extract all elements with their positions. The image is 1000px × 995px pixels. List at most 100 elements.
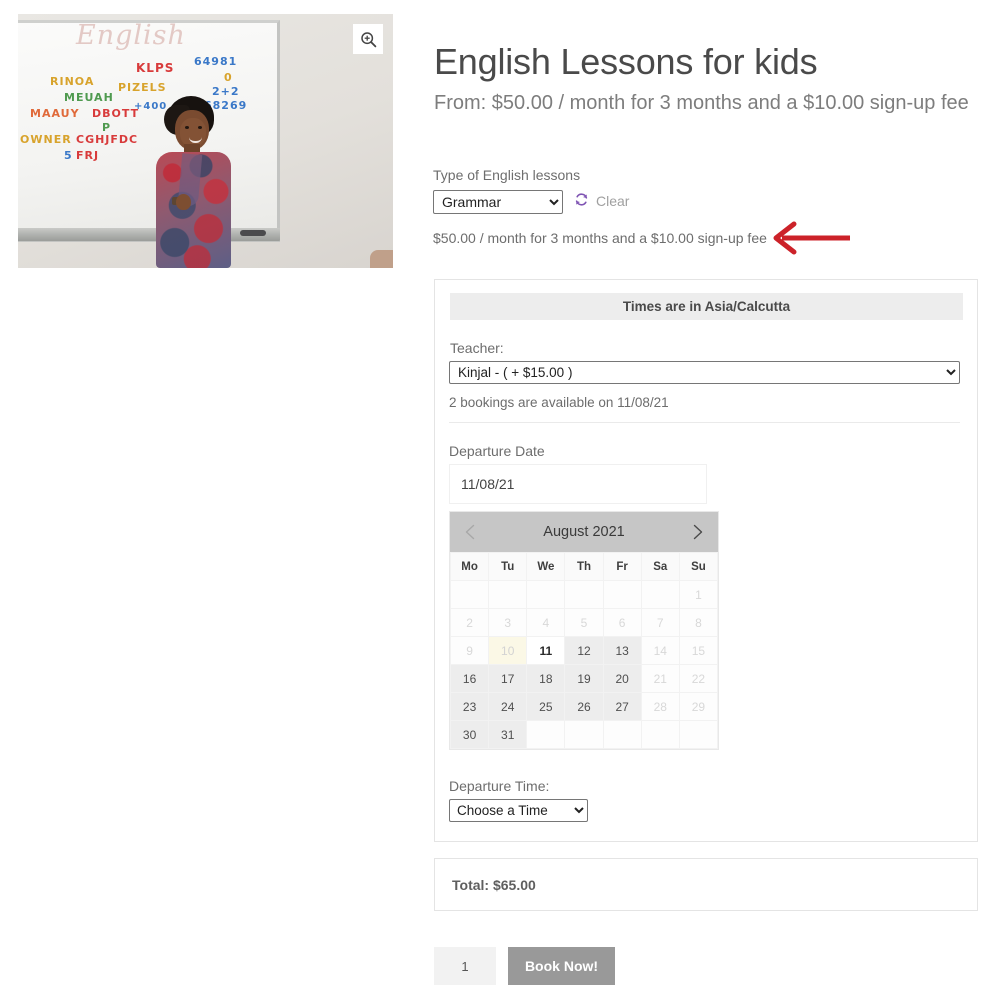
booking-form-panel: Times are in Asia/Calcutta Teacher: Kinj… [434,279,978,842]
calendar-day-10: 10 [488,636,528,665]
teacher-select[interactable]: Kinjal - ( + $15.00 ) [449,361,960,384]
calendar-day-17[interactable]: 17 [488,664,528,693]
datepicker-header: August 2021 [450,512,718,552]
calendar-day-empty [602,720,642,749]
marker-on-tray [240,230,266,236]
calendar-day-15: 15 [678,636,719,665]
calendar-day-3: 3 [488,608,528,637]
whiteboard-word: MEUAH [64,91,114,104]
product-gallery[interactable]: English KLPS RINOA PIZELS MEUAH +400 MAAUY DBO… [18,14,393,268]
variation-price: $50.00 / month for 3 months and a $10.00… [433,230,767,246]
calendar-day-empty [640,580,680,609]
datepicker[interactable]: August 2021 Mo Tu We Th Fr Sa Su 1 2 3 4 5 6 7 8 9 10 11… [449,511,719,750]
departure-time-select[interactable]: Choose a Time [449,799,588,822]
timezone-notice: Times are in Asia/Calcutta [450,293,963,320]
calendar-day-6: 6 [602,608,642,637]
calendar-day-5: 5 [564,608,604,637]
departure-date-input[interactable] [449,464,707,504]
calendar-day-empty [564,720,604,749]
calendar-day-20[interactable]: 20 [602,664,642,693]
whiteboard-word: OWNER [20,133,72,146]
calendar-weekday-row: Mo Tu We Th Fr Sa Su [449,552,719,581]
clear-variation-link[interactable]: Clear [574,192,629,210]
refresh-icon [574,192,589,210]
chevron-right-icon[interactable] [688,523,706,541]
calendar-day-8: 8 [678,608,719,637]
whiteboard-word: 64981 [194,55,238,68]
type-of-english-lessons-select[interactable]: Grammar [433,190,563,214]
calendar-day-empty [449,580,490,609]
eye-left [185,126,189,129]
hand [176,194,191,210]
whiteboard-word: 0 [224,71,233,84]
whiteboard-word: DBOTT [92,107,140,120]
chevron-left-icon[interactable] [462,523,480,541]
eye-right [198,126,202,129]
calendar-day-16[interactable]: 16 [449,664,490,693]
calendar-day-11[interactable]: 11 [526,636,566,665]
departure-time-label: Departure Time: [449,778,550,794]
whiteboard [18,20,280,242]
calendar-body[interactable]: 1 2 3 4 5 6 7 8 9 10 11 12 13 14 15 16 17 18 19 20 21 22 23 24 2… [449,580,719,749]
calendar-day-26[interactable]: 26 [564,692,604,721]
calendar-day-31[interactable]: 31 [488,720,528,749]
product-page: English KLPS RINOA PIZELS MEUAH +400 MAAUY DBO… [0,0,1000,995]
calendar-week-row: 9 10 11 12 13 14 15 [449,636,719,665]
calendar-day-empty [640,720,680,749]
calendar-day-2: 2 [449,608,490,637]
calendar-day-13[interactable]: 13 [602,636,642,665]
whiteboard-word: RINOA [50,75,95,88]
calendar-day-27[interactable]: 27 [602,692,642,721]
calendar-day-7: 7 [640,608,680,637]
calendar-day-empty [602,580,642,609]
calendar-day-22: 22 [678,664,719,693]
whiteboard-word: CGHJFDC [76,133,139,146]
teacher-label: Teacher: [450,340,504,356]
calendar-grid[interactable]: Mo Tu We Th Fr Sa Su 1 2 3 4 5 6 7 8 9 10 11 12 13 14 15 16 17… [449,552,719,749]
quantity-input[interactable] [434,947,496,985]
calendar-day-empty [564,580,604,609]
whiteboard-word: 5 [64,149,73,162]
variation-label: Type of English lessons [433,167,581,183]
calendar-week-row: 23 24 25 26 27 28 29 [449,692,719,721]
magnify-plus-icon[interactable] [353,24,383,54]
calendar-day-1: 1 [678,580,719,609]
calendar-day-24[interactable]: 24 [488,692,528,721]
panel-divider [449,422,960,423]
calendar-weekday: Sa [640,552,680,581]
from-price: From: $50.00 / month for 3 months and a … [434,92,969,114]
page-title: English Lessons for kids [434,41,818,83]
calendar-weekday: Su [678,552,719,581]
whiteboard-word: KLPS [136,61,175,75]
calendar-day-9: 9 [449,636,490,665]
calendar-day-empty [526,720,566,749]
calendar-day-empty [678,720,719,749]
calendar-day-23[interactable]: 23 [449,692,490,721]
whiteboard-word: PIZELS [118,81,167,94]
calendar-day-25[interactable]: 25 [526,692,566,721]
calendar-weekday: Fr [602,552,642,581]
calendar-day-21: 21 [640,664,680,693]
book-now-button[interactable]: Book Now! [508,947,615,985]
calendar-month-title: August 2021 [543,524,625,540]
calendar-day-30[interactable]: 30 [449,720,490,749]
departure-date-label: Departure Date [449,443,545,459]
total-box: Total: $65.00 [434,858,978,911]
calendar-weekday: Mo [449,552,490,581]
whiteboard-word: FRJ [76,149,100,162]
calendar-day-empty [488,580,528,609]
availability-text: 2 bookings are available on 11/08/21 [449,395,669,410]
calendar-day-12[interactable]: 12 [564,636,604,665]
calendar-day-empty [526,580,566,609]
calendar-day-28: 28 [640,692,680,721]
calendar-day-18[interactable]: 18 [526,664,566,693]
calendar-weekday: Tu [488,552,528,581]
teacher-figure [156,96,231,268]
whiteboard-word: MAAUY [30,107,80,120]
calendar-week-row: 30 31 [449,720,719,749]
calendar-day-19[interactable]: 19 [564,664,604,693]
calendar-week-row: 16 17 18 19 20 21 22 [449,664,719,693]
clear-label: Clear [596,193,630,209]
calendar-day-4: 4 [526,608,566,637]
product-image[interactable]: English KLPS RINOA PIZELS MEUAH +400 MAAUY DBO… [18,14,393,268]
